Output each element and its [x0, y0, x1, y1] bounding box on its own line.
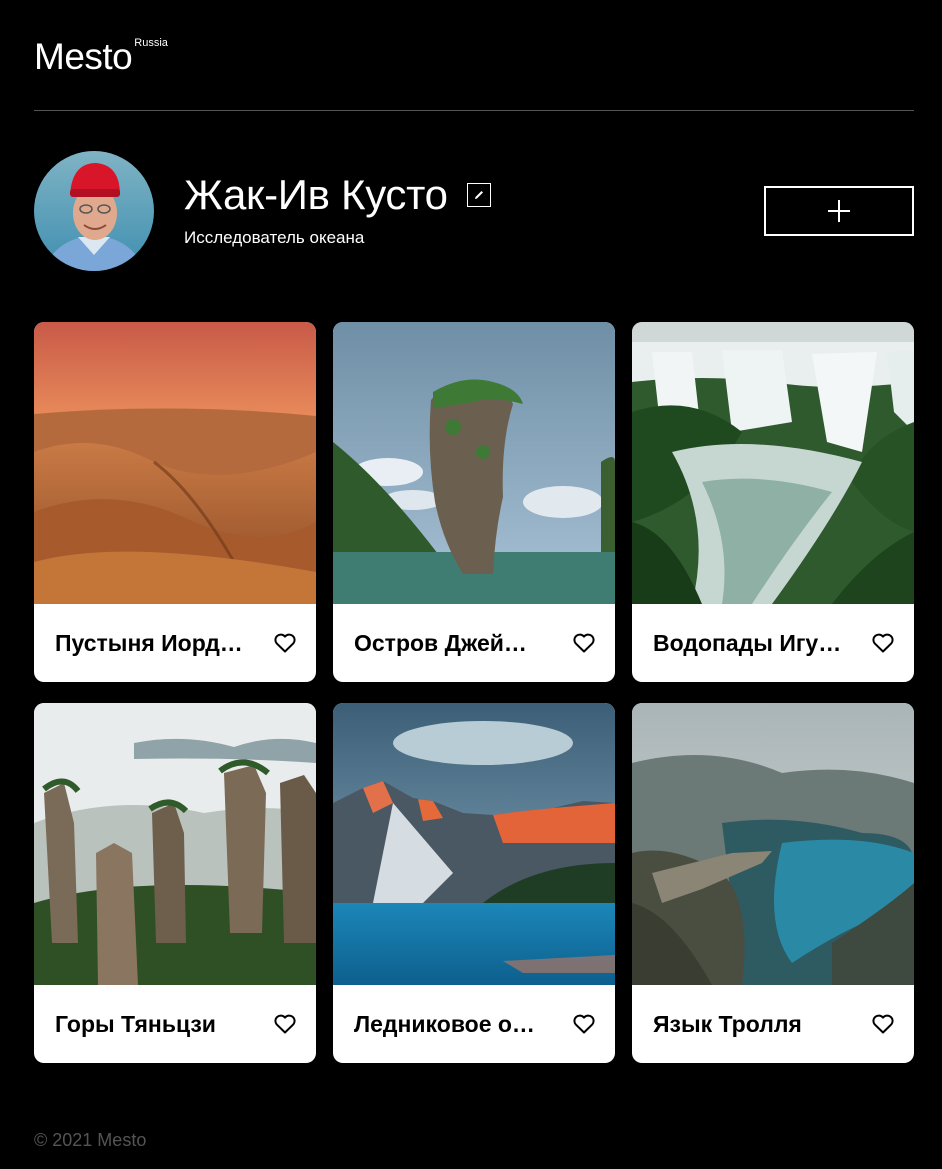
profile-info: Жак-Ив Кусто Исследователь океана	[184, 171, 491, 248]
like-button[interactable]	[871, 1013, 895, 1035]
card-title: Водопады Игу…	[653, 630, 842, 656]
logo-text: Mesto	[34, 36, 133, 77]
card-title: Ледниковое о…	[354, 1011, 535, 1037]
card-title: Горы Тяньцзи	[55, 1011, 216, 1037]
heart-icon	[274, 1014, 296, 1034]
heart-icon	[274, 633, 296, 653]
card-image[interactable]	[333, 703, 615, 985]
heart-icon	[573, 633, 595, 653]
heart-icon	[872, 1014, 894, 1034]
name-row: Жак-Ив Кусто	[184, 171, 491, 219]
card-footer: Ледниковое о…	[333, 985, 615, 1063]
card: Ледниковое о…	[333, 703, 615, 1063]
card: Остров Джей…	[333, 322, 615, 682]
card-footer: Остров Джей…	[333, 604, 615, 682]
like-button[interactable]	[572, 632, 596, 654]
card-title: Остров Джей…	[354, 630, 527, 656]
like-button[interactable]	[572, 1013, 596, 1035]
edit-profile-button[interactable]	[466, 183, 491, 207]
card-footer: Водопады Игу…	[632, 604, 914, 682]
page-header: Mesto Russia	[34, 0, 914, 111]
like-button[interactable]	[273, 632, 297, 654]
card-image[interactable]	[632, 322, 914, 604]
avatar[interactable]	[34, 151, 154, 271]
profile-name: Жак-Ив Кусто	[184, 171, 448, 218]
footer-copyright: © 2021 Mesto	[34, 1130, 147, 1150]
profile: Жак-Ив Кусто Исследователь океана	[34, 151, 914, 271]
card-title: Язык Тролля	[653, 1011, 802, 1037]
card-footer: Язык Тролля	[632, 985, 914, 1063]
card: Горы Тяньцзи	[34, 703, 316, 1063]
like-button[interactable]	[871, 632, 895, 654]
card-title: Пустыня Иорд…	[55, 630, 243, 656]
card: Язык Тролля	[632, 703, 914, 1063]
logo-country: Russia	[134, 37, 168, 49]
heart-icon	[573, 1014, 595, 1034]
profile-about: Исследователь океана	[184, 228, 365, 247]
card-footer: Пустыня Иорд…	[34, 604, 316, 682]
pencil-icon	[474, 191, 483, 199]
card: Пустыня Иорд…	[34, 322, 316, 682]
add-card-button[interactable]	[764, 186, 914, 236]
card-footer: Горы Тяньцзи	[34, 985, 316, 1063]
plus-icon	[828, 200, 850, 222]
logo[interactable]: Mesto Russia	[34, 36, 168, 78]
like-button[interactable]	[273, 1013, 297, 1035]
heart-icon	[872, 633, 894, 653]
card-image[interactable]	[632, 703, 914, 985]
card-image[interactable]	[34, 322, 316, 604]
card-image[interactable]	[333, 322, 615, 604]
card-image[interactable]	[34, 703, 316, 985]
cards-grid: Пустыня Иорд… Остров Джей… Водопады Игу……	[34, 322, 914, 1063]
card: Водопады Игу…	[632, 322, 914, 682]
